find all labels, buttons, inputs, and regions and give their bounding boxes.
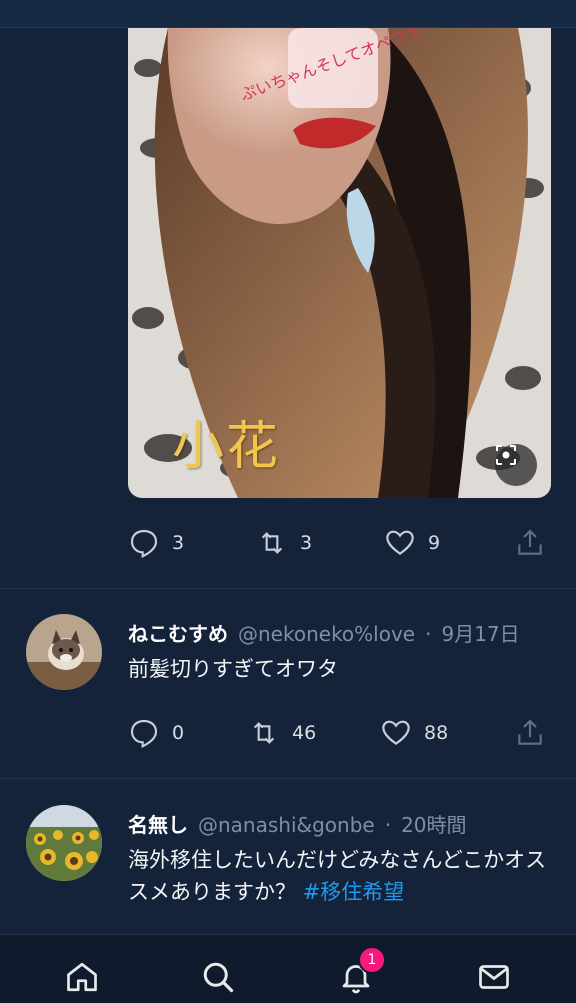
lens-icon[interactable] (495, 444, 537, 486)
media-caption: 小花 (172, 417, 281, 477)
heart-icon (386, 530, 414, 555)
tweet-actions: 0 46 88 (128, 713, 548, 753)
reply-icon (130, 719, 158, 749)
share-icon (518, 529, 542, 555)
reply-button[interactable]: 3 (128, 527, 184, 559)
hashtag-link[interactable]: #移住希望 (303, 880, 405, 904)
avatar[interactable] (26, 805, 102, 881)
post-actions: 3 3 9 (128, 523, 548, 563)
reply-count: 3 (172, 532, 185, 554)
home-icon[interactable] (62, 957, 102, 997)
display-name[interactable]: ねこむすめ (128, 618, 228, 647)
share-icon (518, 719, 542, 745)
separator: · (384, 813, 392, 837)
tweet-header: 名無し @nanashi&gonbe · 20時間 (128, 809, 467, 838)
tweet-header: ねこむすめ @nekoneko%love · 9月17日 (128, 618, 520, 647)
retweet-button[interactable]: 3 (256, 527, 312, 559)
reply-icon (130, 529, 158, 559)
timestamp[interactable]: 9月17日 (441, 618, 519, 647)
like-button[interactable]: 9 (384, 527, 440, 559)
bottom-navigation (0, 934, 576, 1003)
share-button[interactable] (514, 527, 546, 559)
tweet-media-image[interactable]: ぷいちゃんそしてオペコで 小花 (128, 28, 551, 498)
top-header-strip (0, 0, 576, 28)
divider (0, 778, 576, 779)
retweet-count: 46 (292, 722, 317, 744)
separator: · (425, 622, 432, 646)
display-name[interactable]: 名無し (128, 809, 188, 838)
reply-button[interactable]: 0 (128, 717, 184, 749)
retweet-button[interactable]: 46 (248, 717, 316, 749)
tweet-text-content: 前髪切りすぎてオワタ (128, 657, 338, 681)
messages-icon[interactable] (474, 957, 514, 997)
tweet-text[interactable]: 海外移住したいんだけどみなさんどこかオススメありますか？ #移住希望 (128, 844, 548, 908)
like-button[interactable]: 88 (380, 717, 448, 749)
like-count: 88 (424, 722, 449, 744)
handle[interactable]: @nanashi&gonbe (198, 813, 375, 837)
like-count: 9 (428, 532, 441, 554)
timestamp[interactable]: 20時間 (401, 809, 466, 838)
reply-count: 0 (172, 722, 185, 744)
retweet-icon (261, 532, 283, 554)
retweet-count: 3 (300, 532, 313, 554)
search-icon[interactable] (198, 957, 238, 997)
tweet-text[interactable]: 前髪切りすぎてオワタ (128, 653, 548, 685)
divider (0, 588, 576, 589)
cat-avatar-image (26, 614, 102, 690)
share-button[interactable] (514, 717, 546, 749)
notification-badge: 1 (358, 946, 386, 974)
handle[interactable]: @nekoneko%love (238, 622, 415, 646)
sunflower-avatar-image (26, 805, 102, 881)
retweet-icon (253, 722, 275, 744)
avatar[interactable] (26, 614, 102, 690)
heart-icon (382, 720, 410, 745)
